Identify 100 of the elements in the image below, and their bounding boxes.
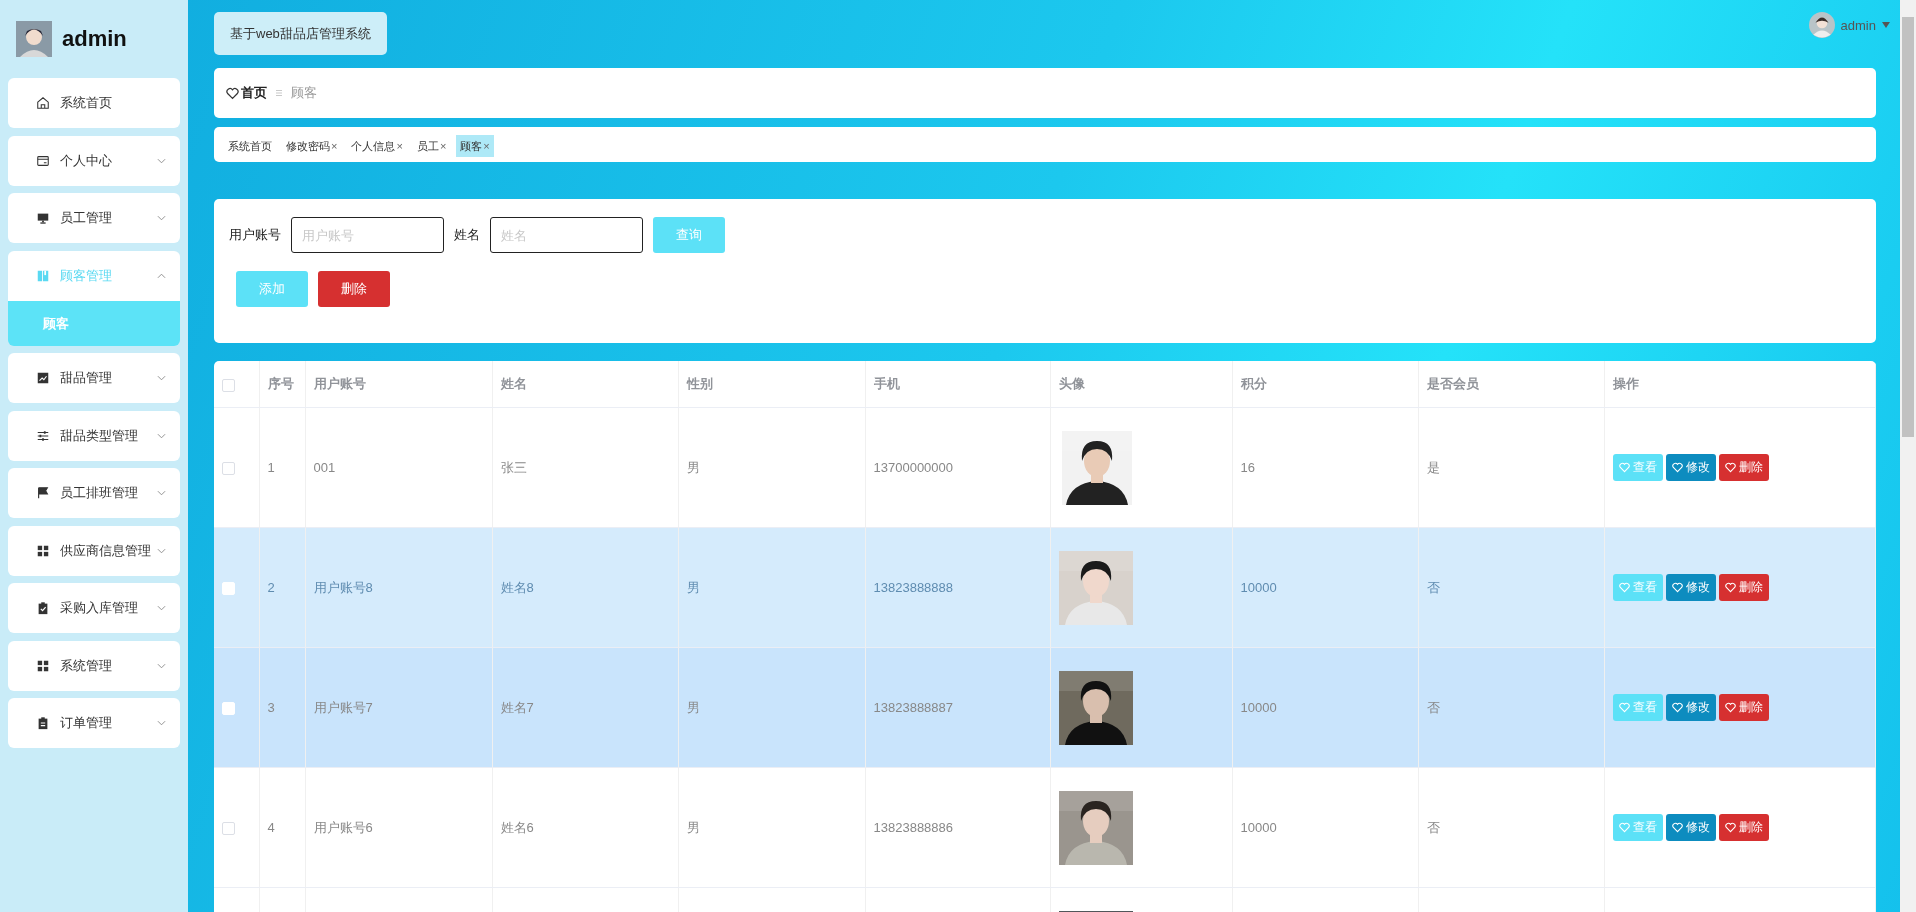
table-cell: 10000 bbox=[1240, 700, 1277, 715]
checkbox[interactable] bbox=[222, 378, 235, 392]
monitor-icon bbox=[36, 211, 50, 225]
chevron-icon bbox=[157, 375, 166, 381]
chevron-icon bbox=[157, 605, 166, 611]
system-title: 基于web甜品店管理系统 bbox=[214, 12, 387, 55]
heart-icon bbox=[1724, 702, 1736, 713]
column-header: 性别 bbox=[686, 376, 713, 391]
table-cell: 10000 bbox=[1240, 580, 1277, 595]
delete-button[interactable]: 删除 bbox=[1718, 454, 1769, 481]
separator-icon bbox=[275, 89, 283, 97]
scrollbar[interactable] bbox=[1900, 0, 1916, 912]
delete-button[interactable]: 删除 bbox=[1718, 814, 1769, 841]
table-cell: 男 bbox=[686, 579, 700, 595]
sidebar-item[interactable]: 个人中心 bbox=[8, 135, 180, 186]
heart-icon bbox=[1671, 582, 1683, 593]
table-cell: 姓名7 bbox=[500, 699, 534, 715]
chevron-icon bbox=[157, 662, 166, 669]
table-cell: 姓名6 bbox=[500, 819, 534, 835]
chevron-icon bbox=[157, 490, 166, 496]
table-cell: 10000 bbox=[1240, 820, 1277, 835]
sidebar-item[interactable]: 甜品管理 bbox=[8, 353, 180, 403]
table-cell: 13700000000 bbox=[873, 460, 954, 475]
table-cell: 001 bbox=[313, 460, 336, 475]
sidebar-item[interactable]: 采购入库管理 bbox=[8, 583, 180, 633]
clipboard-icon bbox=[36, 716, 50, 730]
book-icon bbox=[36, 268, 50, 283]
breadcrumb-link[interactable]: 首页 bbox=[241, 84, 267, 102]
table-cell: 用户账号6 bbox=[313, 819, 373, 835]
table-cell: 姓名8 bbox=[500, 579, 534, 595]
flag-icon bbox=[36, 486, 50, 500]
table-cell: 否 bbox=[1426, 699, 1440, 715]
heart-icon bbox=[226, 86, 239, 100]
heart-icon bbox=[1671, 822, 1683, 833]
delete-button[interactable]: 删除 bbox=[1718, 694, 1769, 721]
heart-icon bbox=[1618, 702, 1630, 713]
user-menu[interactable]: admin bbox=[1840, 17, 1876, 33]
edit-button[interactable]: 修改 bbox=[1665, 454, 1716, 481]
chart-icon bbox=[36, 371, 50, 385]
table-cell: 13823888888 bbox=[873, 580, 954, 595]
column-header: 是否会员 bbox=[1426, 376, 1479, 391]
edit-button[interactable]: 修改 bbox=[1665, 574, 1716, 601]
table-cell: 男 bbox=[686, 819, 700, 835]
sidebar-item[interactable]: 订单管理 bbox=[8, 698, 180, 748]
table-cell: 男 bbox=[686, 699, 700, 715]
delete-button[interactable]: 删除 bbox=[318, 271, 390, 307]
table-cell: 否 bbox=[1426, 819, 1440, 835]
sidebar-item[interactable]: 供应商信息管理 bbox=[8, 525, 180, 576]
heart-icon bbox=[1618, 822, 1630, 833]
table-cell: 否 bbox=[1426, 579, 1440, 595]
edit-button[interactable]: 修改 bbox=[1665, 814, 1716, 841]
column-header: 姓名 bbox=[500, 376, 527, 391]
heart-icon bbox=[1724, 822, 1736, 833]
table-cell: 1 bbox=[267, 460, 275, 475]
table-cell: 张三 bbox=[500, 459, 527, 475]
table-cell: 是 bbox=[1426, 459, 1440, 475]
tab[interactable]: 系统首页 bbox=[224, 135, 276, 157]
sliders-icon bbox=[36, 428, 50, 443]
chevron-icon bbox=[157, 547, 166, 554]
clipboard-check-icon bbox=[36, 601, 50, 615]
column-header: 用户账号 bbox=[313, 376, 366, 391]
column-header: 操作 bbox=[1612, 376, 1639, 391]
chevron-icon bbox=[157, 272, 166, 279]
delete-button[interactable]: 删除 bbox=[1718, 574, 1769, 601]
chevron-icon bbox=[157, 215, 166, 221]
table-cell: 13823888887 bbox=[873, 700, 954, 715]
card-icon bbox=[36, 153, 50, 168]
column-header: 积分 bbox=[1240, 376, 1267, 391]
heart-icon bbox=[1618, 582, 1630, 593]
column-header: 手机 bbox=[873, 376, 900, 391]
table-cell: 16 bbox=[1240, 460, 1255, 475]
grid-icon bbox=[36, 543, 50, 558]
heart-icon bbox=[1724, 582, 1736, 593]
heart-icon bbox=[1618, 462, 1630, 473]
sidebar-item[interactable]: 系统首页 bbox=[8, 78, 180, 128]
table-cell: 2 bbox=[267, 580, 275, 595]
column-header: 头像 bbox=[1058, 376, 1085, 391]
table-cell: 用户账号8 bbox=[313, 579, 373, 595]
table-cell: 13823888886 bbox=[873, 820, 954, 835]
checkbox[interactable] bbox=[222, 462, 235, 476]
sidebar-item[interactable]: 甜品类型管理 bbox=[8, 410, 180, 461]
tab[interactable]: 顾客× bbox=[456, 135, 494, 157]
tab[interactable]: 修改密码× bbox=[282, 135, 342, 157]
heart-icon bbox=[1724, 462, 1736, 473]
tab[interactable]: 员工× bbox=[412, 135, 451, 157]
grid-icon bbox=[36, 658, 50, 673]
home-icon bbox=[36, 96, 50, 110]
sidebar-item[interactable]: 系统管理 bbox=[8, 640, 180, 691]
heart-icon bbox=[1671, 702, 1683, 713]
checkbox[interactable] bbox=[222, 822, 235, 836]
tab[interactable]: 个人信息× bbox=[347, 135, 407, 157]
table-cell: 4 bbox=[267, 820, 275, 835]
heart-icon bbox=[1671, 462, 1683, 473]
sidebar-item[interactable]: 员工排班管理 bbox=[8, 468, 180, 518]
caret-icon[interactable] bbox=[1882, 22, 1890, 28]
user-name: admin bbox=[62, 26, 127, 52]
edit-button[interactable]: 修改 bbox=[1665, 694, 1716, 721]
sidebar-item[interactable]: 员工管理 bbox=[8, 193, 180, 243]
chevron-icon bbox=[157, 157, 166, 164]
breadcrumb-current: 顾客 bbox=[291, 84, 317, 102]
